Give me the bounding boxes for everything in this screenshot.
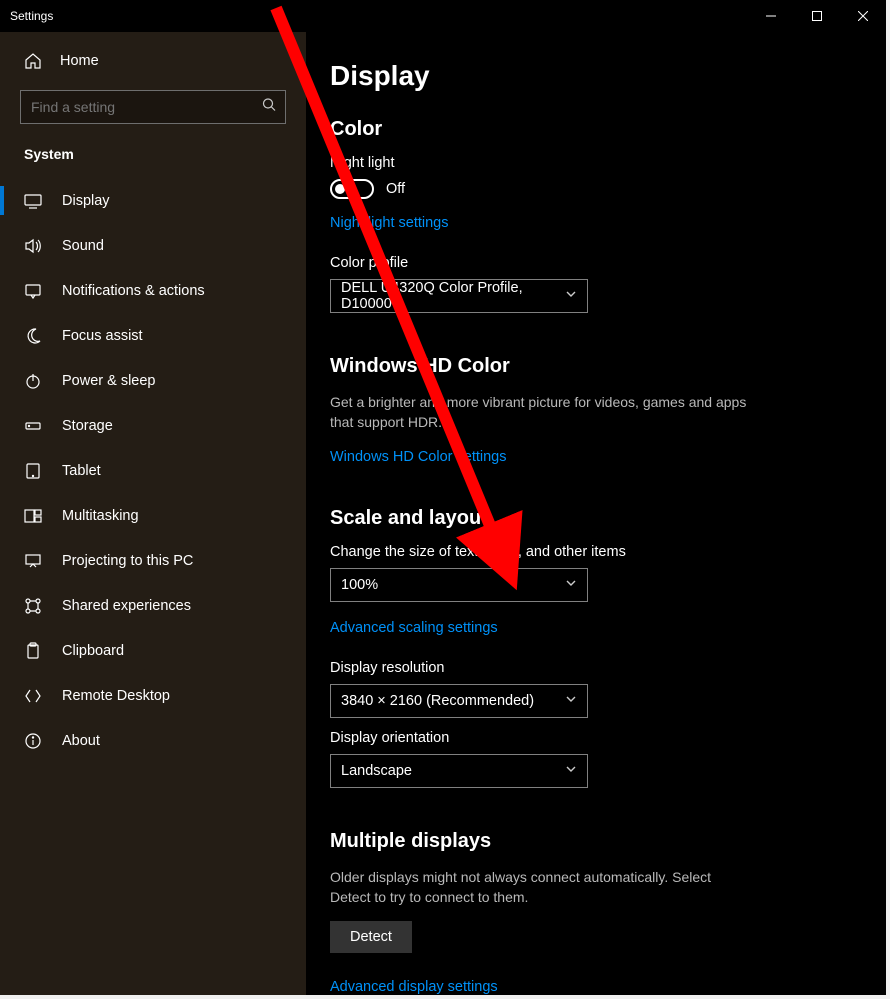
sidebar-category: System (0, 132, 306, 170)
orientation-value: Landscape (341, 763, 412, 779)
night-light-settings-link[interactable]: Night light settings (330, 215, 448, 231)
multiple-displays-heading: Multiple displays (330, 830, 810, 853)
sidebar-item-label: About (62, 733, 100, 749)
sidebar-item-tablet[interactable]: Tablet (0, 448, 306, 493)
focus-assist-icon (24, 327, 42, 345)
hd-color-heading: Windows HD Color (330, 355, 810, 378)
multiple-displays-desc: Older displays might not always connect … (330, 867, 750, 908)
multitasking-icon (24, 507, 42, 525)
close-button[interactable] (840, 0, 886, 32)
sidebar-item-label: Focus assist (62, 328, 143, 344)
shared-exp-icon (24, 597, 42, 615)
sidebar-item-power-sleep[interactable]: Power & sleep (0, 358, 306, 403)
scale-size-select[interactable]: 100% (330, 568, 588, 602)
content-area[interactable]: Display Color Night light Off Night ligh… (306, 32, 886, 995)
sidebar-item-label: Tablet (62, 463, 101, 479)
projecting-icon (24, 552, 42, 570)
storage-icon (24, 417, 42, 435)
window-body: Home System Display Sound Notifications & … (0, 32, 886, 995)
night-light-toggle[interactable] (330, 179, 374, 199)
chevron-down-icon (565, 577, 577, 593)
search-input[interactable] (20, 90, 286, 124)
advanced-display-settings-link[interactable]: Advanced display settings (330, 979, 498, 995)
sidebar-item-remote-desktop[interactable]: Remote Desktop (0, 673, 306, 718)
color-profile-label: Color profile (330, 255, 810, 271)
sidebar-item-projecting-to-this-pc[interactable]: Projecting to this PC (0, 538, 306, 583)
hd-color-link[interactable]: Windows HD Color settings (330, 449, 506, 465)
scale-size-label: Change the size of text, apps, and other… (330, 544, 810, 560)
about-icon (24, 732, 42, 750)
sidebar-item-label: Storage (62, 418, 113, 434)
maximize-button[interactable] (794, 0, 840, 32)
sound-icon (24, 237, 42, 255)
page-title: Display (330, 60, 810, 92)
sidebar-item-storage[interactable]: Storage (0, 403, 306, 448)
scale-heading: Scale and layout (330, 507, 810, 530)
orientation-label: Display orientation (330, 730, 810, 746)
titlebar: Settings (0, 0, 886, 32)
scale-size-value: 100% (341, 577, 378, 593)
orientation-select[interactable]: Landscape (330, 754, 588, 788)
sidebar: Home System Display Sound Notifications & … (0, 32, 306, 995)
sidebar-item-display[interactable]: Display (0, 178, 306, 223)
sidebar-item-label: Projecting to this PC (62, 553, 193, 569)
night-light-label: Night light (330, 155, 810, 171)
maximize-icon (812, 11, 822, 21)
search-container (0, 80, 306, 132)
home-nav-item[interactable]: Home (0, 42, 306, 80)
sidebar-item-about[interactable]: About (0, 718, 306, 763)
chevron-down-icon (565, 693, 577, 709)
resolution-label: Display resolution (330, 660, 810, 676)
resolution-select[interactable]: 3840 × 2160 (Recommended) (330, 684, 588, 718)
sidebar-item-label: Sound (62, 238, 104, 254)
sidebar-item-notifications-actions[interactable]: Notifications & actions (0, 268, 306, 313)
advanced-scaling-link[interactable]: Advanced scaling settings (330, 620, 498, 636)
clipboard-icon (24, 642, 42, 660)
tablet-icon (24, 462, 42, 480)
resolution-value: 3840 × 2160 (Recommended) (341, 693, 534, 709)
sidebar-item-label: Clipboard (62, 643, 124, 659)
sidebar-nav: Display Sound Notifications & actions Focus… (0, 178, 306, 763)
sidebar-item-label: Notifications & actions (62, 283, 205, 299)
color-heading: Color (330, 118, 810, 141)
home-label: Home (60, 53, 99, 69)
sidebar-item-focus-assist[interactable]: Focus assist (0, 313, 306, 358)
titlebar-controls (748, 0, 886, 32)
chevron-down-icon (565, 288, 577, 304)
hd-color-desc: Get a brighter and more vibrant picture … (330, 392, 750, 433)
sidebar-item-label: Multitasking (62, 508, 139, 524)
minimize-icon (766, 11, 776, 21)
display-icon (24, 192, 42, 210)
window-title: Settings (10, 9, 53, 23)
night-light-state: Off (386, 181, 405, 197)
power-sleep-icon (24, 372, 42, 390)
color-profile-value: DELL U4320Q Color Profile, D10000 (341, 280, 565, 312)
sidebar-item-shared-experiences[interactable]: Shared experiences (0, 583, 306, 628)
sidebar-item-clipboard[interactable]: Clipboard (0, 628, 306, 673)
sidebar-item-label: Power & sleep (62, 373, 156, 389)
chevron-down-icon (565, 763, 577, 779)
sidebar-item-label: Shared experiences (62, 598, 191, 614)
remote-desktop-icon (24, 687, 42, 705)
home-icon (24, 52, 42, 70)
minimize-button[interactable] (748, 0, 794, 32)
sidebar-item-sound[interactable]: Sound (0, 223, 306, 268)
search-icon (262, 98, 276, 117)
detect-button[interactable]: Detect (330, 921, 412, 953)
sidebar-item-label: Display (62, 193, 110, 209)
settings-window: Settings Home (0, 0, 890, 999)
night-light-row: Off (330, 179, 810, 199)
sidebar-item-label: Remote Desktop (62, 688, 170, 704)
notifications-icon (24, 282, 42, 300)
color-profile-select[interactable]: DELL U4320Q Color Profile, D10000 (330, 279, 588, 313)
sidebar-item-multitasking[interactable]: Multitasking (0, 493, 306, 538)
close-icon (858, 11, 868, 21)
content-inner: Display Color Night light Off Night ligh… (330, 60, 810, 995)
